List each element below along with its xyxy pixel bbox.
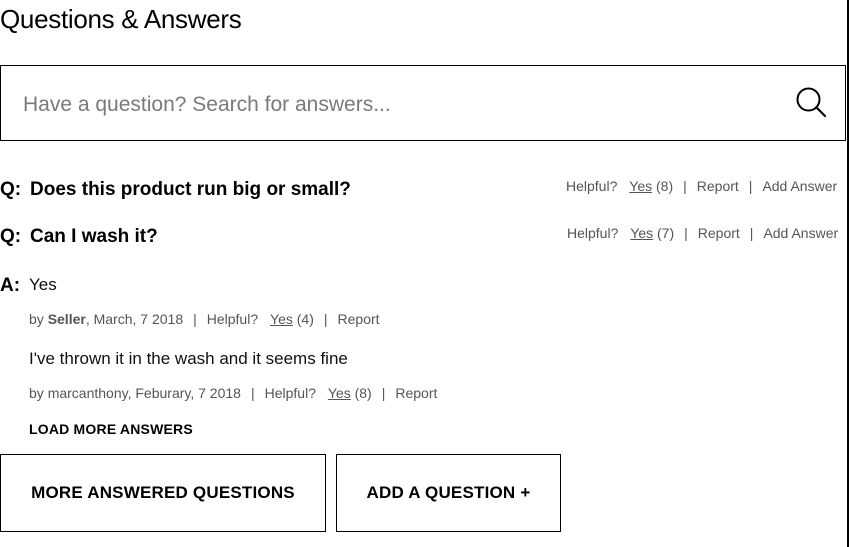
- helpful-label: Helpful?: [264, 385, 316, 401]
- load-more-answers-link[interactable]: LOAD MORE ANSWERS: [29, 421, 193, 437]
- answer-author: marcanthony: [47, 385, 128, 401]
- helpful-count: (8): [354, 385, 372, 401]
- add-answer-link[interactable]: Add Answer: [762, 178, 837, 194]
- helpful-count: (4): [296, 311, 314, 327]
- separator: |: [193, 311, 197, 327]
- add-question-button[interactable]: ADD A QUESTION +: [336, 454, 561, 532]
- helpful-yes-link[interactable]: Yes: [328, 385, 351, 401]
- question-prefix: Q:: [0, 179, 22, 200]
- question-actions: Helpful? Yes (8) | Report | Add Answer: [566, 178, 837, 194]
- separator: |: [749, 225, 754, 241]
- question-item: Q: Can I wash it?: [0, 226, 158, 248]
- search-input[interactable]: [21, 84, 765, 126]
- separator: |: [250, 385, 255, 401]
- helpful-label: Helpful?: [206, 311, 259, 327]
- search-icon[interactable]: [795, 86, 827, 118]
- question-prefix: Q:: [0, 226, 22, 247]
- helpful-count: (7): [657, 225, 675, 241]
- report-link[interactable]: Report: [395, 385, 437, 401]
- answer-meta: by marcanthony, Feburary, 7 2018 | Helpful…: [29, 385, 437, 401]
- separator: |: [683, 178, 687, 194]
- separator: |: [748, 178, 753, 194]
- search-box: [0, 65, 846, 141]
- separator: |: [684, 225, 688, 241]
- answer-date: , Feburary, 7 2018: [127, 385, 241, 401]
- question-actions: Helpful? Yes (7) | Report | Add Answer: [567, 225, 838, 241]
- answer-author: Seller: [47, 311, 86, 327]
- helpful-label: Helpful?: [567, 225, 619, 241]
- question-item: Q: Does this product run big or small?: [0, 179, 351, 201]
- helpful-count: (8): [656, 178, 674, 194]
- more-answered-questions-button[interactable]: MORE ANSWERED QUESTIONS: [0, 454, 326, 532]
- report-link[interactable]: Report: [338, 311, 380, 327]
- question-text: Can I wash it?: [30, 226, 158, 247]
- answer-text: Yes: [29, 275, 57, 294]
- separator: |: [381, 385, 386, 401]
- report-link[interactable]: Report: [698, 225, 740, 241]
- separator: |: [323, 311, 328, 327]
- page-title: Questions & Answers: [0, 4, 242, 34]
- question-text: Does this product run big or small?: [30, 179, 351, 200]
- helpful-yes-link[interactable]: Yes: [629, 178, 652, 194]
- answer-prefix: A:: [0, 275, 21, 296]
- answer-by-label: by: [29, 311, 44, 327]
- add-answer-link[interactable]: Add Answer: [763, 225, 838, 241]
- helpful-label: Helpful?: [566, 178, 618, 194]
- answer-meta: by Seller, March, 7 2018 | Helpful? Yes (4…: [29, 311, 380, 327]
- helpful-yes-link[interactable]: Yes: [630, 225, 653, 241]
- answer-by-label: by: [29, 385, 44, 401]
- report-link[interactable]: Report: [697, 178, 739, 194]
- helpful-yes-link[interactable]: Yes: [270, 311, 293, 327]
- answer-text: I've thrown it in the wash and it seems …: [29, 349, 348, 368]
- answer-date: , March, 7 2018: [85, 311, 184, 327]
